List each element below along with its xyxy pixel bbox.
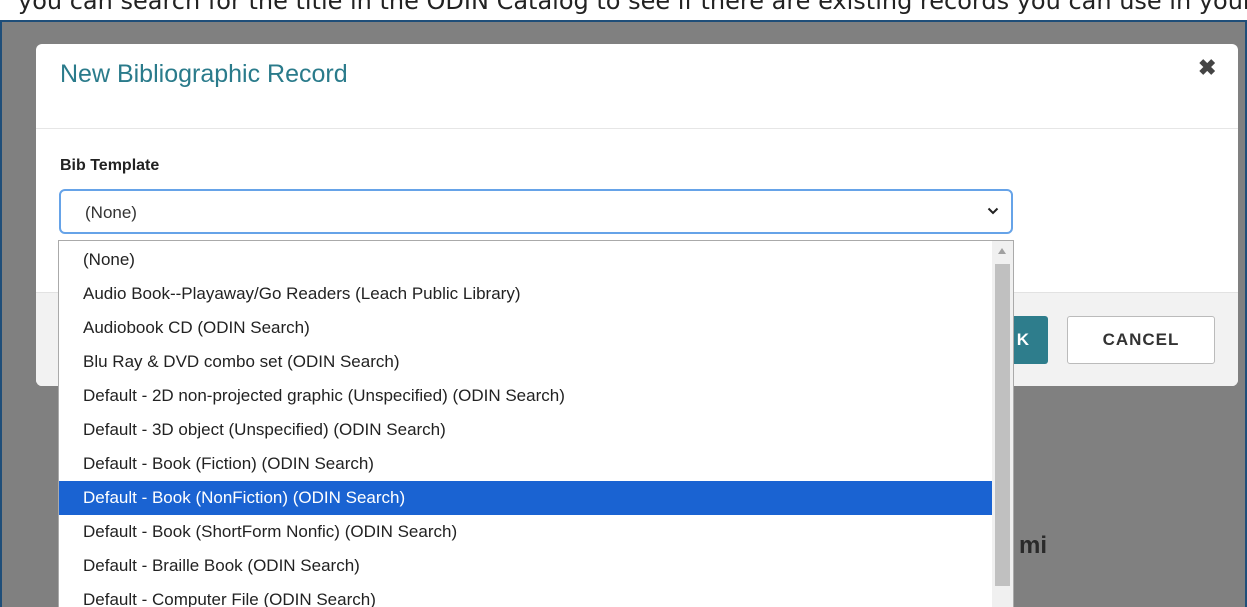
chevron-down-icon xyxy=(987,207,999,215)
background-page-strip: you can search for the title in the ODIN… xyxy=(0,0,1247,20)
dropdown-option[interactable]: Default - Computer File (ODIN Search) xyxy=(59,583,992,607)
dropdown-option[interactable]: Audio Book--Playaway/Go Readers (Leach P… xyxy=(59,277,992,311)
dropdown-option[interactable]: Default - Book (ShortForm Nonfic) (ODIN … xyxy=(59,515,992,549)
scroll-up-arrow-icon[interactable] xyxy=(998,248,1006,254)
bib-template-selected-value: (None) xyxy=(85,203,137,222)
dropdown-option[interactable]: Audiobook CD (ODIN Search) xyxy=(59,311,992,345)
scrollbar-thumb[interactable] xyxy=(995,264,1010,586)
cancel-button[interactable]: CANCEL xyxy=(1067,316,1215,364)
background-page-text: you can search for the title in the ODIN… xyxy=(18,0,1247,15)
dropdown-option[interactable]: Default - 2D non-projected graphic (Unsp… xyxy=(59,379,992,413)
dropdown-option[interactable]: Default - Braille Book (ODIN Search) xyxy=(59,549,992,583)
dropdown-option[interactable]: Default - Book (Fiction) (ODIN Search) xyxy=(59,447,992,481)
close-icon[interactable]: ✖ xyxy=(1198,55,1216,81)
bib-template-select[interactable]: (None) xyxy=(59,189,1013,234)
dropdown-scrollbar[interactable] xyxy=(992,241,1013,607)
dropdown-option[interactable]: Default - Book (NonFiction) (ODIN Search… xyxy=(59,481,992,515)
dropdown-option[interactable]: Blu Ray & DVD combo set (ODIN Search) xyxy=(59,345,992,379)
dropdown-options: (None) Audio Book--Playaway/Go Readers (L… xyxy=(59,243,992,607)
bib-template-dropdown-list[interactable]: (None) Audio Book--Playaway/Go Readers (L… xyxy=(58,240,1014,607)
dialog-title: New Bibliographic Record xyxy=(60,60,348,88)
background-page-heading: mi xyxy=(1019,532,1048,559)
dropdown-option[interactable]: Default - 3D object (Unspecified) (ODIN … xyxy=(59,413,992,447)
bib-template-label: Bib Template xyxy=(60,157,160,174)
dropdown-option[interactable]: (None) xyxy=(59,243,992,277)
dialog-header: New Bibliographic Record ✖ xyxy=(36,44,1238,129)
